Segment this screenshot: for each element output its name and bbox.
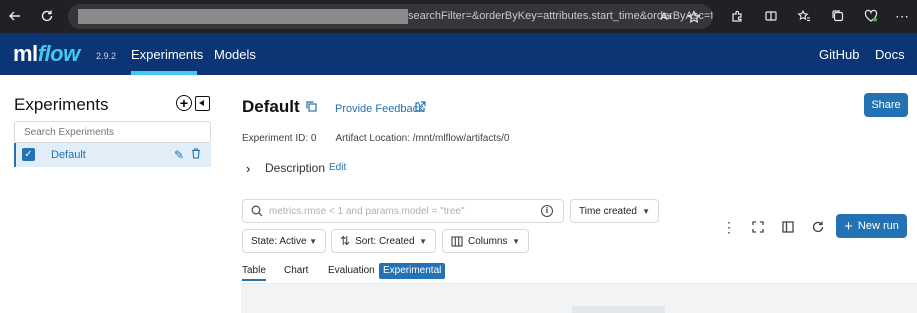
read-aloud-icon[interactable]: Aa: [655, 6, 677, 28]
run-search-input[interactable]: metrics.rmse < 1 and params.model = "tre…: [242, 199, 564, 223]
reload-icon[interactable]: [36, 5, 58, 27]
nav-docs[interactable]: Docs: [875, 47, 905, 62]
experiment-checkbox[interactable]: ✓: [22, 148, 35, 161]
collections-icon[interactable]: [827, 5, 849, 27]
more-options-icon[interactable]: ⋮: [722, 220, 736, 234]
redacted-url-segment: [78, 9, 408, 24]
search-icon: [251, 205, 263, 217]
experimental-badge: Experimental: [379, 263, 446, 279]
split-screen-icon[interactable]: [760, 5, 782, 27]
fullscreen-icon[interactable]: [751, 220, 765, 234]
state-select[interactable]: State: Active ▼: [242, 229, 326, 253]
sort-icon: ⇅: [340, 234, 351, 248]
time-select-label: Time created: [579, 205, 637, 217]
columns-icon: [451, 235, 463, 247]
extensions-icon[interactable]: [726, 5, 748, 27]
copy-icon[interactable]: [306, 101, 317, 112]
new-run-button[interactable]: + New run: [836, 214, 907, 238]
toggle-sidebar-icon[interactable]: [781, 220, 795, 234]
trash-icon[interactable]: [191, 148, 201, 159]
tab-table[interactable]: Table: [242, 265, 266, 276]
edit-pencil-icon[interactable]: ✎: [174, 148, 184, 162]
back-arrow-icon[interactable]: [4, 5, 26, 27]
provide-feedback-link[interactable]: Provide Feedback: [335, 103, 424, 115]
refresh-icon[interactable]: [811, 220, 825, 234]
nav-experiments[interactable]: Experiments: [131, 47, 203, 62]
table-header-cell: [572, 306, 665, 313]
experiment-list-item[interactable]: ✓ Default ✎: [14, 143, 211, 167]
chevron-down-icon: ▼: [309, 236, 317, 246]
chevron-right-icon[interactable]: ›: [246, 161, 250, 176]
version-label: 2.9.2: [96, 51, 117, 61]
create-experiment-icon[interactable]: +: [176, 95, 192, 111]
favorites-icon[interactable]: [793, 5, 815, 27]
browser-essentials-icon[interactable]: [860, 5, 882, 27]
plus-icon: +: [844, 217, 853, 235]
chevron-down-icon: ▼: [419, 236, 427, 246]
nav-models[interactable]: Models: [214, 47, 256, 62]
collapse-sidebar-icon[interactable]: [195, 96, 210, 111]
favorite-star-icon[interactable]: [683, 6, 705, 28]
experiment-meta: Experiment ID: 0 Artifact Location: /mnt…: [242, 133, 509, 144]
address-bar[interactable]: searchFilter=&orderByKey=attributes.star…: [68, 4, 713, 29]
active-nav-indicator: [131, 71, 197, 75]
browser-toolbar: searchFilter=&orderByKey=attributes.star…: [0, 0, 917, 33]
more-menu-icon[interactable]: ⋯: [891, 5, 913, 27]
nav-github[interactable]: GitHub: [819, 47, 859, 62]
experiment-name[interactable]: Default: [51, 149, 86, 161]
chevron-down-icon: ▼: [512, 236, 520, 246]
sort-select-label: Sort: Created: [355, 235, 415, 247]
chevron-down-icon: ▼: [642, 206, 650, 216]
state-select-label: State: Active: [251, 235, 307, 247]
share-button[interactable]: Share: [864, 93, 908, 117]
columns-select[interactable]: Columns ▼: [442, 229, 529, 253]
info-icon[interactable]: i: [541, 205, 553, 217]
columns-label: Columns: [468, 235, 508, 247]
time-created-select[interactable]: Time created ▼: [570, 199, 659, 223]
tab-evaluation[interactable]: Evaluation: [328, 265, 375, 276]
page-title: Default: [242, 97, 300, 116]
external-link-icon[interactable]: [415, 101, 426, 112]
new-run-label: New run: [857, 220, 899, 232]
experiment-id: Experiment ID: 0: [242, 133, 317, 144]
sidebar-title: Experiments: [14, 95, 109, 114]
mlflow-logo[interactable]: mlflow: [13, 41, 80, 67]
description-edit-link[interactable]: Edit: [329, 162, 346, 173]
run-search-placeholder: metrics.rmse < 1 and params.model = "tre…: [269, 205, 465, 217]
sort-select[interactable]: ⇅ Sort: Created ▼: [331, 229, 436, 253]
app-header: mlflow 2.9.2 Experiments Models GitHub D…: [0, 33, 917, 75]
experiment-search-input[interactable]: [14, 121, 211, 143]
artifact-location: Artifact Location: /mnt/mlflow/artifacts…: [335, 133, 510, 144]
active-tab-indicator: [242, 279, 266, 281]
tab-chart[interactable]: Chart: [284, 265, 308, 276]
description-toggle[interactable]: Description: [265, 161, 325, 175]
